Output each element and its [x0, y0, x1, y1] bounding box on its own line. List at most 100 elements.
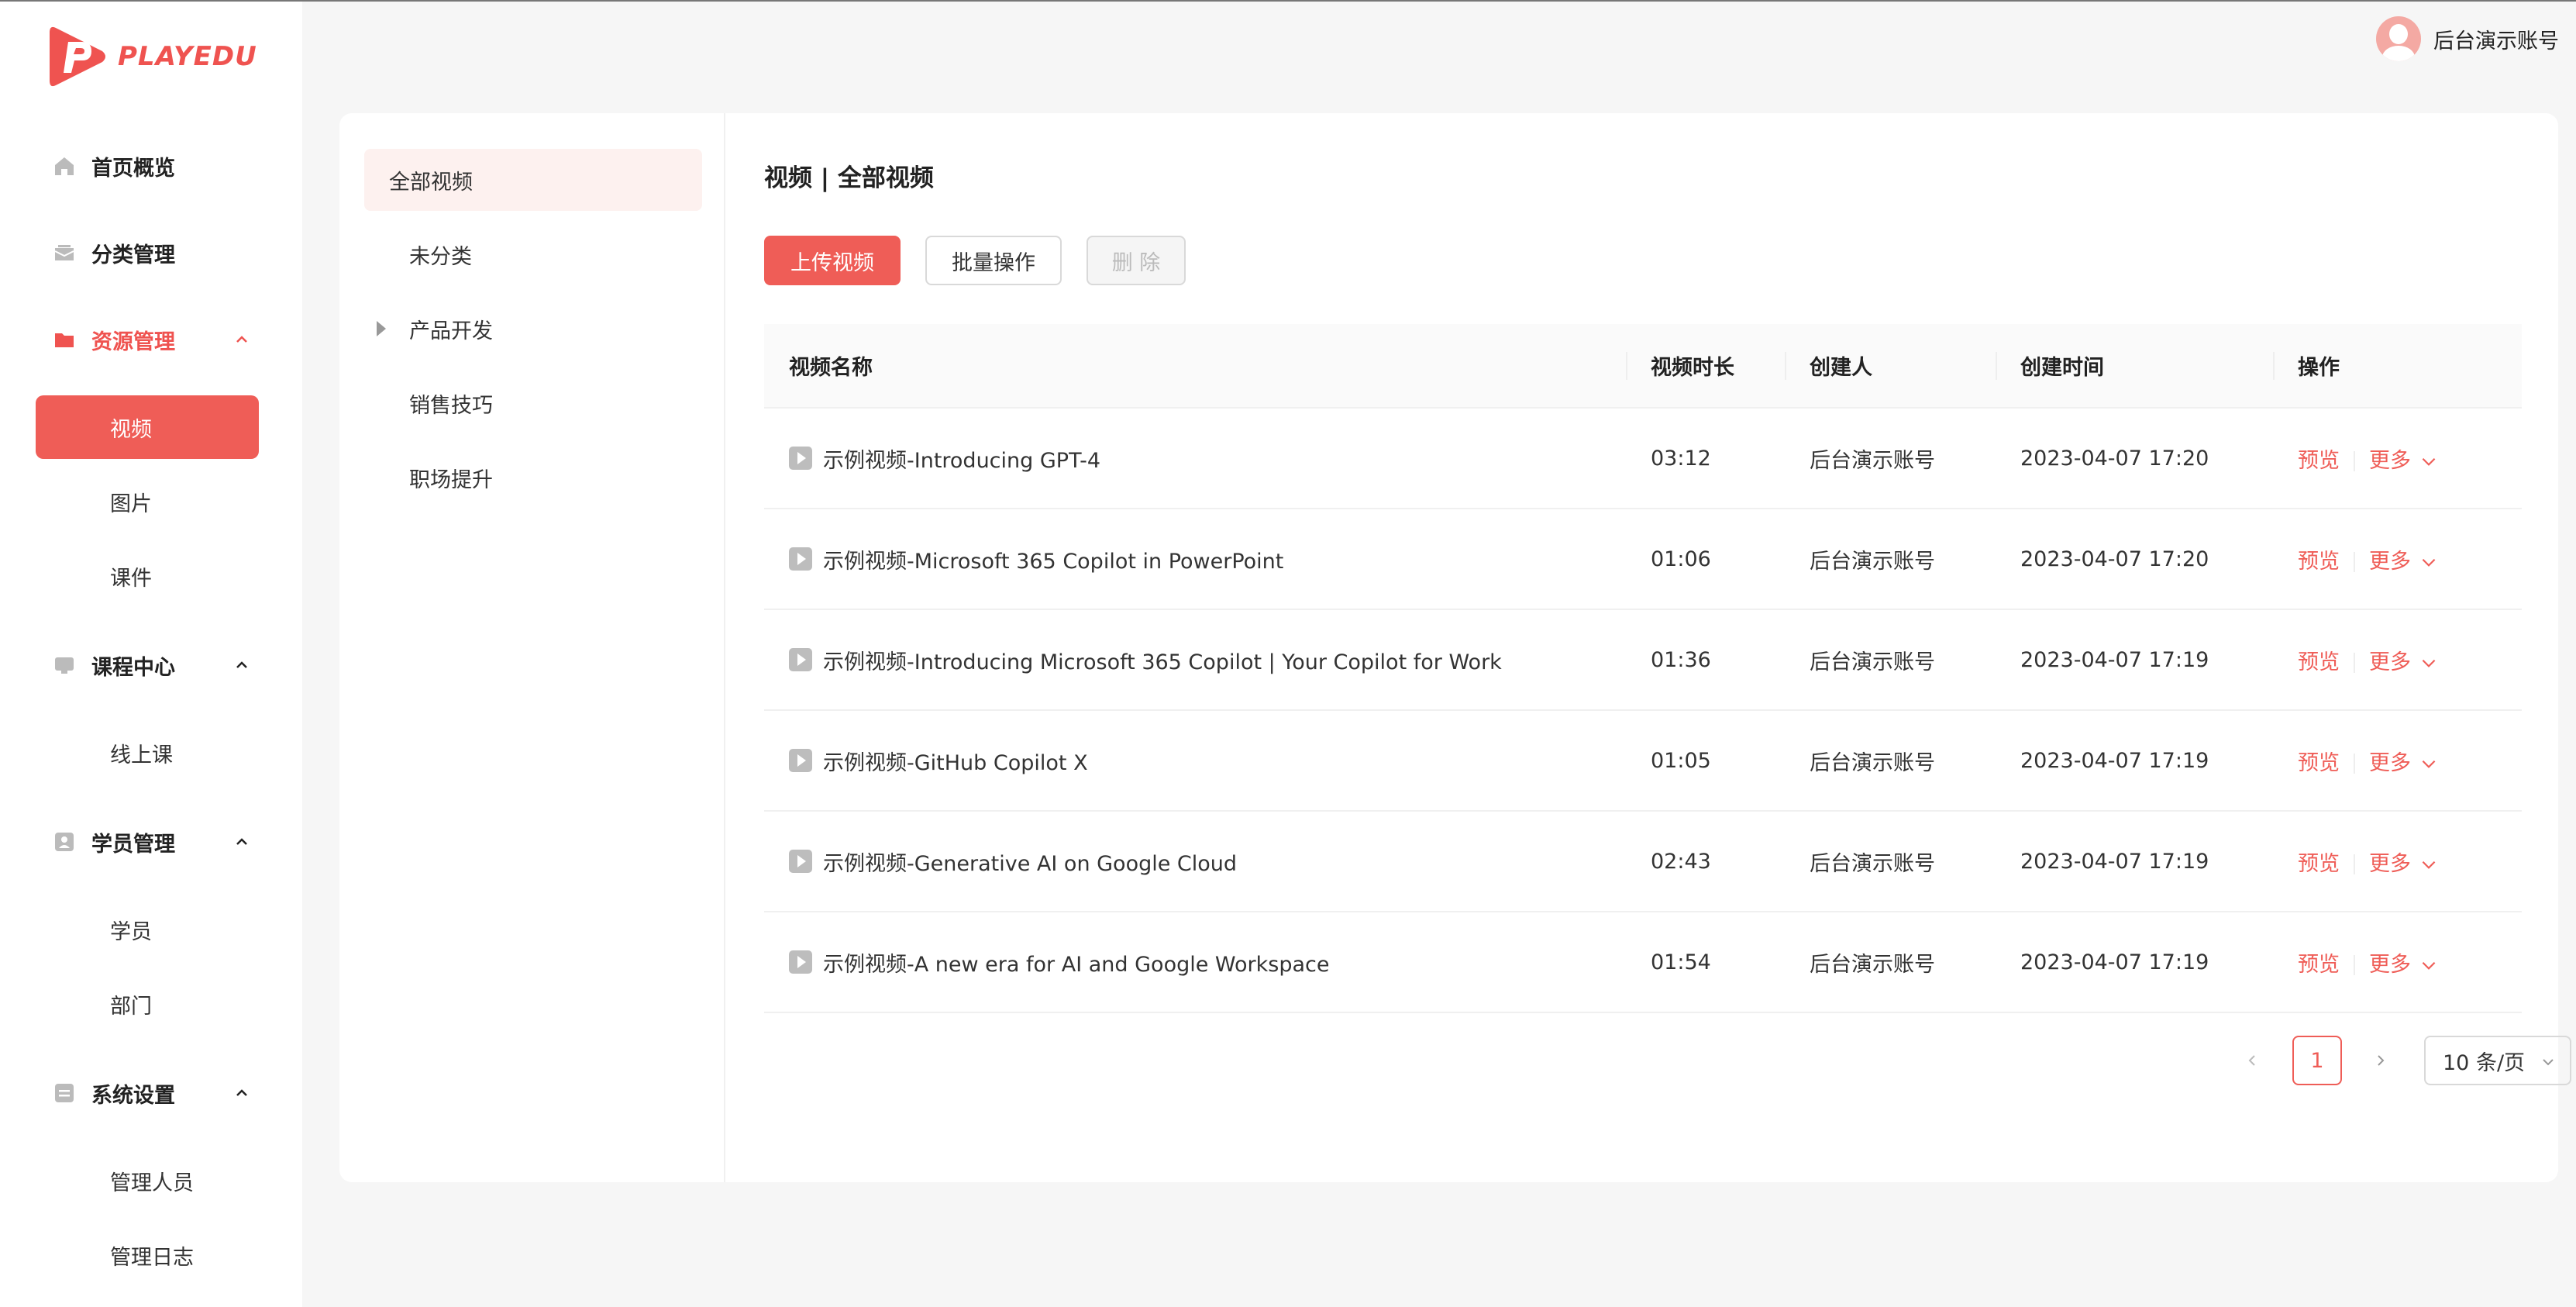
play-icon: [789, 749, 812, 772]
table-row: 示例视频-Microsoft 365 Copilot in PowerPoint…: [764, 509, 2522, 610]
nav-image[interactable]: 图片: [36, 470, 259, 533]
category-item-uncategorized[interactable]: 未分类: [364, 223, 702, 285]
preview-link[interactable]: 预览: [2298, 953, 2340, 977]
video-name-cell: 示例视频-A new era for AI and Google Workspa…: [764, 912, 1626, 1013]
action-divider: [2354, 653, 2355, 673]
category-icon: [53, 241, 76, 264]
nav-video-label: 视频: [110, 417, 152, 442]
sidebar: PLAYEDU 首页概览 分类管理 资源管理 视频 图片 课件 课程中心 线上课…: [0, 2, 302, 1307]
table-row: 示例视频-GitHub Copilot X 01:05 后台演示账号 2023-04-…: [764, 710, 2522, 812]
more-link[interactable]: 更多: [2369, 852, 2411, 876]
column-header: 视频时长: [1626, 324, 1785, 409]
chevron-down-icon: [2543, 1059, 2554, 1066]
next-page-icon[interactable]: [2365, 1036, 2396, 1085]
duration-cell: 01:06: [1626, 509, 1785, 610]
nav-category[interactable]: 分类管理: [0, 222, 302, 284]
nav-admin-logs[interactable]: 管理日志: [36, 1223, 259, 1287]
nav-online-course[interactable]: 线上课: [36, 721, 259, 785]
nav-resources[interactable]: 资源管理: [0, 309, 302, 371]
batch-action-button[interactable]: 批量操作: [925, 236, 1062, 285]
page-number[interactable]: 1: [2292, 1036, 2342, 1085]
nav-home-label: 首页概览: [91, 156, 175, 181]
actions-cell: 预览 更多: [2273, 710, 2522, 812]
play-icon: [789, 447, 812, 470]
column-header: 操作: [2273, 324, 2522, 409]
play-icon: [789, 648, 812, 671]
column-header: 创建人: [1785, 324, 1996, 409]
chevron-down-icon[interactable]: [2419, 552, 2439, 572]
nav-video[interactable]: 视频: [36, 395, 259, 459]
nav-course-center[interactable]: 课程中心: [0, 634, 302, 696]
preview-link[interactable]: 预览: [2298, 449, 2340, 473]
category-item-product-dev[interactable]: 产品开发: [364, 298, 702, 360]
action-divider: [2354, 754, 2355, 774]
duration-cell: 02:43: [1626, 811, 1785, 912]
duration-cell: 03:12: [1626, 408, 1785, 509]
table-row: 示例视频-Generative AI on Google Cloud 02:43 后…: [764, 811, 2522, 912]
home-icon: [53, 154, 76, 178]
preview-link[interactable]: 预览: [2298, 751, 2340, 775]
nav-resources-label: 资源管理: [91, 329, 175, 354]
duration-cell: 01:05: [1626, 710, 1785, 812]
category-item-sales[interactable]: 销售技巧: [364, 372, 702, 434]
user-card-icon: [53, 830, 76, 854]
more-link[interactable]: 更多: [2369, 449, 2411, 473]
nav-department[interactable]: 部门: [36, 972, 259, 1036]
chevron-down-icon[interactable]: [2419, 451, 2439, 471]
chevron-down-icon[interactable]: [2419, 754, 2439, 774]
folder-icon: [53, 328, 76, 351]
created-time-cell: 2023-04-07 17:20: [1996, 408, 2273, 509]
actions-cell: 预览 更多: [2273, 811, 2522, 912]
chevron-down-icon[interactable]: [2419, 653, 2439, 673]
nav-home[interactable]: 首页概览: [0, 135, 302, 197]
created-time-cell: 2023-04-07 17:19: [1996, 609, 2273, 711]
video-name: 示例视频-Introducing GPT-4: [823, 448, 1101, 473]
chevron-up-icon: [236, 1089, 247, 1096]
category-item-all[interactable]: 全部视频: [364, 149, 702, 211]
nav-image-label: 图片: [110, 491, 152, 516]
nav-courseware[interactable]: 课件: [36, 544, 259, 608]
category-label: 销售技巧: [409, 393, 493, 418]
play-icon: [789, 950, 812, 974]
logo[interactable]: PLAYEDU: [48, 25, 257, 88]
chevron-down-icon[interactable]: [2419, 854, 2439, 874]
nav-online-course-label: 线上课: [110, 743, 173, 767]
category-tree: 全部视频 未分类 产品开发 销售技巧 职场提升: [339, 113, 725, 1182]
upload-video-button[interactable]: 上传视频: [764, 236, 901, 285]
chevron-down-icon[interactable]: [2419, 955, 2439, 975]
preview-link[interactable]: 预览: [2298, 650, 2340, 674]
video-name-cell: 示例视频-Microsoft 365 Copilot in PowerPoint: [764, 509, 1626, 610]
caret-right-icon[interactable]: [377, 321, 386, 336]
more-link[interactable]: 更多: [2369, 953, 2411, 977]
duration-cell: 01:54: [1626, 912, 1785, 1013]
category-item-career[interactable]: 职场提升: [364, 447, 702, 509]
creator-cell: 后台演示账号: [1785, 509, 1996, 610]
nav-students[interactable]: 学员管理: [0, 811, 302, 873]
preview-link[interactable]: 预览: [2298, 550, 2340, 574]
preview-link[interactable]: 预览: [2298, 852, 2340, 876]
page-size-select[interactable]: 10 条/页: [2424, 1036, 2571, 1085]
course-icon: [53, 654, 76, 677]
nav-settings-label: 系统设置: [91, 1083, 175, 1108]
nav-admin-logs-label: 管理日志: [110, 1245, 194, 1270]
settings-icon: [53, 1081, 76, 1105]
creator-cell: 后台演示账号: [1785, 408, 1996, 509]
nav-courseware-label: 课件: [110, 566, 152, 591]
play-icon: [789, 547, 812, 571]
more-link[interactable]: 更多: [2369, 650, 2411, 674]
category-label: 产品开发: [409, 319, 493, 343]
user-menu[interactable]: 后台演示账号: [2376, 16, 2559, 62]
nav-student[interactable]: 学员: [36, 898, 259, 961]
more-link[interactable]: 更多: [2369, 550, 2411, 574]
playedu-logo-icon: [50, 26, 105, 87]
avatar: [2376, 16, 2421, 61]
nav-settings[interactable]: 系统设置: [0, 1062, 302, 1124]
prev-page-icon[interactable]: [2237, 1036, 2268, 1085]
video-name: 示例视频-GitHub Copilot X: [823, 750, 1088, 775]
category-label: 全部视频: [389, 170, 473, 195]
page-title: 视频 | 全部视频: [764, 164, 934, 192]
creator-cell: 后台演示账号: [1785, 912, 1996, 1013]
nav-students-label: 学员管理: [91, 832, 175, 857]
more-link[interactable]: 更多: [2369, 751, 2411, 775]
nav-admins[interactable]: 管理人员: [36, 1149, 259, 1212]
